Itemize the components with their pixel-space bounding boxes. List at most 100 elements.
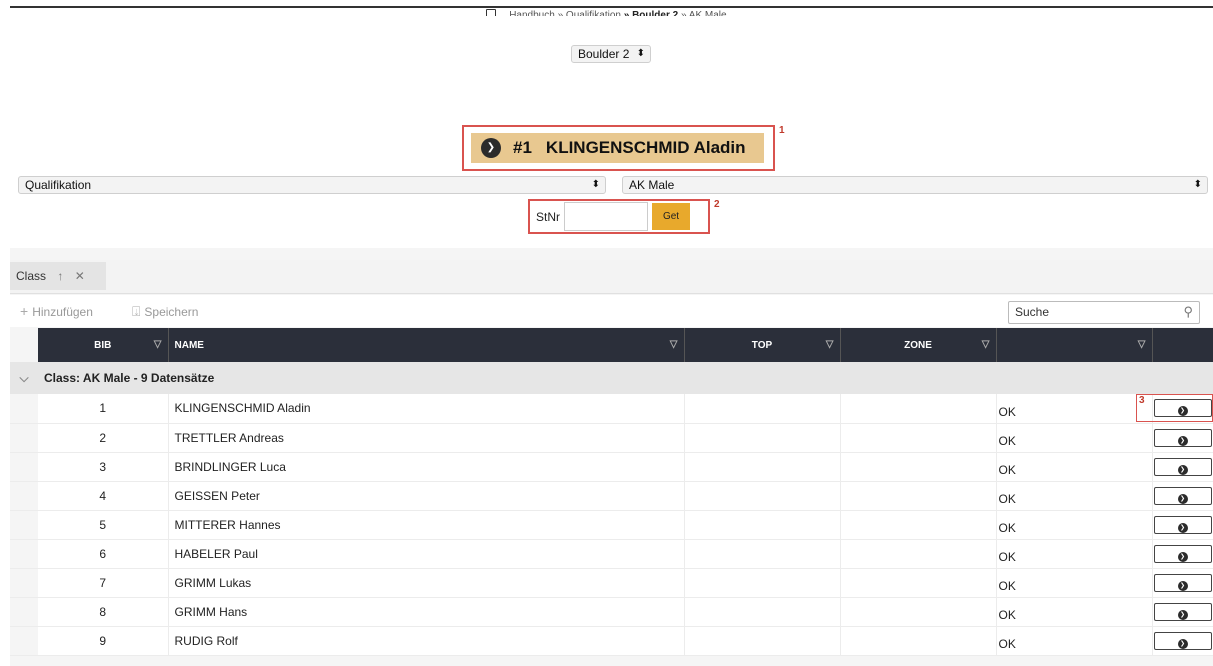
header-area: Boulder 2 ⬍ ❯ #1 KLINGENSCHMID Aladin 1 …: [10, 16, 1213, 248]
top-cell[interactable]: [684, 481, 841, 511]
row-indent: [10, 423, 38, 453]
table-row[interactable]: 3 BRINDLINGER Luca OK ❯: [10, 452, 1213, 482]
athlete-number: #1: [513, 138, 532, 157]
add-button[interactable]: + Hinzufügen: [20, 303, 93, 319]
status-cell[interactable]: OK: [996, 423, 1153, 453]
group-chip-class[interactable]: Class ↑ ✕: [10, 262, 106, 290]
zone-cell[interactable]: [840, 452, 997, 482]
row-indent: [10, 597, 38, 627]
table-row[interactable]: 7 GRIMM Lukas OK ❯: [10, 568, 1213, 598]
current-athlete-banner: ❯ #1 KLINGENSCHMID Aladin: [462, 125, 775, 171]
header-zone[interactable]: ZONE ▽: [840, 328, 997, 362]
group-row[interactable]: ⌵ Class: AK Male - 9 Datensätze: [10, 362, 1213, 394]
filter-icon[interactable]: ▽: [670, 339, 678, 350]
play-icon: ❯: [1177, 638, 1188, 649]
close-icon[interactable]: ✕: [75, 269, 85, 283]
collapse-icon[interactable]: ⌵: [10, 362, 38, 394]
class-select[interactable]: AK Male ⬍: [622, 176, 1208, 194]
zone-cell[interactable]: [840, 423, 997, 453]
header-name[interactable]: NAME ▽: [168, 328, 685, 362]
header-top[interactable]: TOP ▽: [684, 328, 841, 362]
status-cell[interactable]: OK: [996, 452, 1153, 482]
status-cell[interactable]: OK: [996, 394, 1153, 424]
status-cell[interactable]: OK: [996, 510, 1153, 540]
search-icon[interactable]: ⚲: [1183, 304, 1193, 320]
table-row[interactable]: 1 KLINGENSCHMID Aladin OK ❯: [10, 394, 1213, 424]
stnr-input[interactable]: [564, 202, 648, 231]
athlete-name: KLINGENSCHMID Aladin: [545, 138, 746, 157]
play-icon: ❯: [1177, 609, 1188, 620]
current-athlete[interactable]: ❯ #1 KLINGENSCHMID Aladin: [471, 133, 764, 163]
top-cell[interactable]: [684, 510, 841, 540]
name-cell: BRINDLINGER Luca: [168, 452, 685, 482]
header-action: [1152, 328, 1213, 362]
table-row[interactable]: 8 GRIMM Hans OK ❯: [10, 597, 1213, 627]
group-label: Class: AK Male - 9 Datensätze: [38, 362, 1213, 394]
zone-cell[interactable]: [840, 626, 997, 656]
status-cell[interactable]: OK: [996, 568, 1153, 598]
group-panel: Class ↑ ✕: [10, 260, 1213, 294]
top-cell[interactable]: [684, 452, 841, 482]
table-header-row: BIB ▽ NAME ▽ TOP ▽ ZONE ▽ ▽: [10, 328, 1213, 362]
status-cell[interactable]: OK: [996, 597, 1153, 627]
action-cell: ❯: [1152, 597, 1213, 627]
status-cell[interactable]: OK: [996, 539, 1153, 569]
table-row[interactable]: 6 HABELER Paul OK ❯: [10, 539, 1213, 569]
zone-cell[interactable]: [840, 481, 997, 511]
filter-icon[interactable]: ▽: [154, 339, 162, 350]
class-select-value: AK Male: [629, 178, 675, 192]
stnr-label: StNr: [536, 209, 560, 224]
select-athlete-button[interactable]: ❯: [1153, 544, 1212, 563]
top-cell[interactable]: [684, 568, 841, 598]
select-athlete-button[interactable]: ❯: [1153, 515, 1212, 534]
select-athlete-button[interactable]: ❯: [1153, 457, 1212, 476]
bib-cell: 6: [38, 539, 169, 569]
bib-cell: 2: [38, 423, 169, 453]
zone-cell[interactable]: [840, 394, 997, 424]
header-status[interactable]: ▽: [996, 328, 1153, 362]
select-athlete-button[interactable]: ❯: [1153, 486, 1212, 505]
table-row[interactable]: 2 TRETTLER Andreas OK ❯: [10, 423, 1213, 453]
play-icon: ❯: [1177, 493, 1188, 504]
top-cell[interactable]: [684, 597, 841, 627]
filter-icon[interactable]: ▽: [826, 339, 834, 350]
round-select-value: Boulder 2: [578, 47, 630, 61]
action-cell: ❯: [1152, 510, 1213, 540]
action-cell: ❯: [1152, 626, 1213, 656]
data-grid: Class ↑ ✕ + Hinzufügen ⍗ Speichern Suche ⚲…: [10, 248, 1213, 666]
table-row[interactable]: 9 RUDIG Rolf OK ❯: [10, 626, 1213, 656]
zone-cell[interactable]: [840, 597, 997, 627]
filter-icon[interactable]: ▽: [982, 339, 990, 350]
bib-cell: 7: [38, 568, 169, 598]
top-cell[interactable]: [684, 423, 841, 453]
select-athlete-button[interactable]: ❯: [1153, 602, 1212, 621]
round-select[interactable]: Boulder 2 ⬍: [571, 45, 651, 63]
zone-cell[interactable]: [840, 568, 997, 598]
bib-cell: 1: [38, 394, 169, 424]
phase-select[interactable]: Qualifikation ⬍: [18, 176, 606, 194]
status-cell[interactable]: OK: [996, 626, 1153, 656]
zone-cell[interactable]: [840, 510, 997, 540]
top-cell[interactable]: [684, 539, 841, 569]
top-cell[interactable]: [684, 626, 841, 656]
header-bib[interactable]: BIB ▽: [38, 328, 169, 362]
bib-cell: 9: [38, 626, 169, 656]
sort-up-icon[interactable]: ↑: [57, 269, 63, 283]
save-label: Speichern: [144, 305, 199, 319]
select-athlete-button[interactable]: ❯: [1153, 631, 1212, 650]
filter-icon[interactable]: ▽: [1138, 339, 1146, 350]
header-name-label: NAME: [174, 339, 204, 351]
table-row[interactable]: 5 MITTERER Hannes OK ❯: [10, 510, 1213, 540]
search-input[interactable]: Suche ⚲: [1008, 301, 1200, 324]
select-arrows-icon: ⬍: [636, 48, 645, 59]
select-athlete-button[interactable]: ❯: [1153, 573, 1212, 592]
group-chip-label: Class: [16, 269, 47, 283]
save-button[interactable]: ⍗ Speichern: [132, 303, 198, 320]
table-row[interactable]: 4 GEISSEN Peter OK ❯: [10, 481, 1213, 511]
select-athlete-button[interactable]: ❯: [1153, 428, 1212, 447]
status-cell[interactable]: OK: [996, 481, 1153, 511]
get-button[interactable]: Get: [652, 203, 690, 230]
zone-cell[interactable]: [840, 539, 997, 569]
header-top-label: TOP: [751, 339, 773, 351]
top-cell[interactable]: [684, 394, 841, 424]
